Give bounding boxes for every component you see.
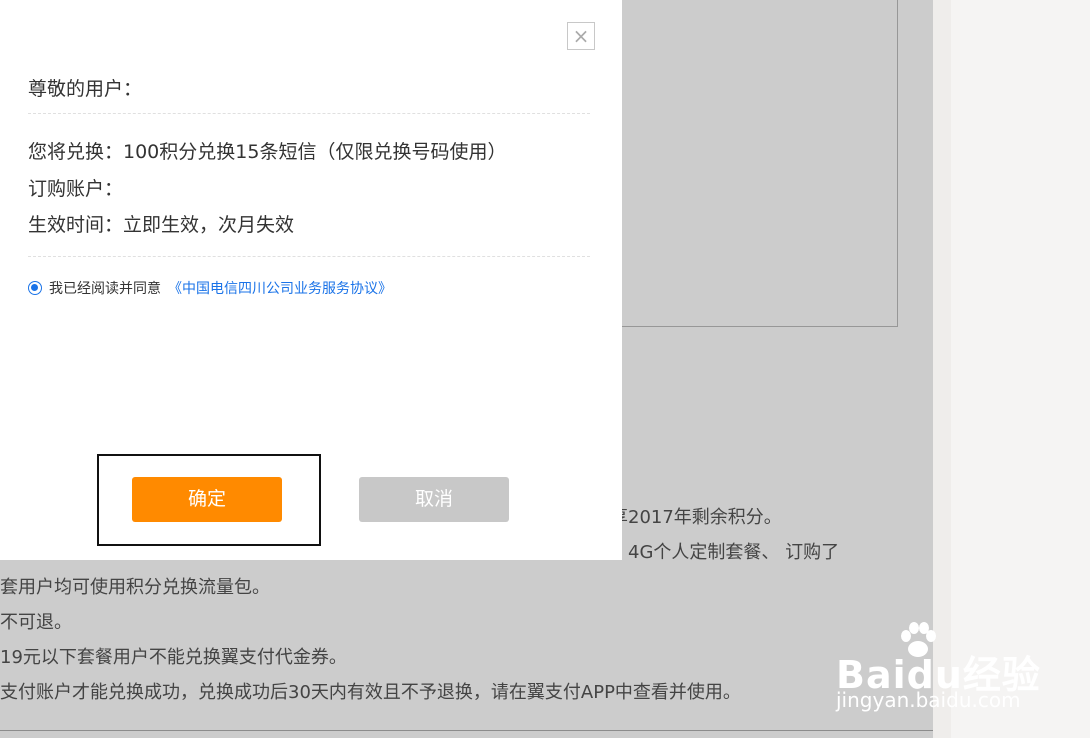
divider bbox=[28, 113, 590, 114]
agreement-link[interactable]: 《中国电信四川公司业务服务协议》 bbox=[168, 278, 392, 298]
exchange-item-line: 您将兑换：100积分兑换15条短信（仅限兑换号码使用） bbox=[28, 141, 507, 163]
confirm-button[interactable]: 确定 bbox=[132, 477, 282, 522]
agreement-text: 我已经阅读并同意 bbox=[49, 281, 161, 297]
cancel-button[interactable]: 取消 bbox=[359, 477, 509, 522]
divider bbox=[28, 256, 590, 257]
agreement-radio[interactable] bbox=[28, 281, 42, 295]
exchange-confirm-dialog: × 尊敬的用户： 您将兑换：100积分兑换15条短信（仅限兑换号码使用） 订购账… bbox=[0, 0, 622, 560]
close-button[interactable]: × bbox=[567, 22, 595, 50]
dialog-greeting: 尊敬的用户： bbox=[28, 78, 143, 100]
watermark-url: jingyan.baidu.com bbox=[836, 688, 1021, 712]
close-icon: × bbox=[572, 24, 590, 48]
order-account-line: 订购账户： bbox=[28, 178, 124, 200]
agreement-row: 我已经阅读并同意 《中国电信四川公司业务服务协议》 bbox=[28, 278, 392, 298]
effective-time-line: 生效时间：立即生效，次月失效 bbox=[28, 214, 295, 236]
